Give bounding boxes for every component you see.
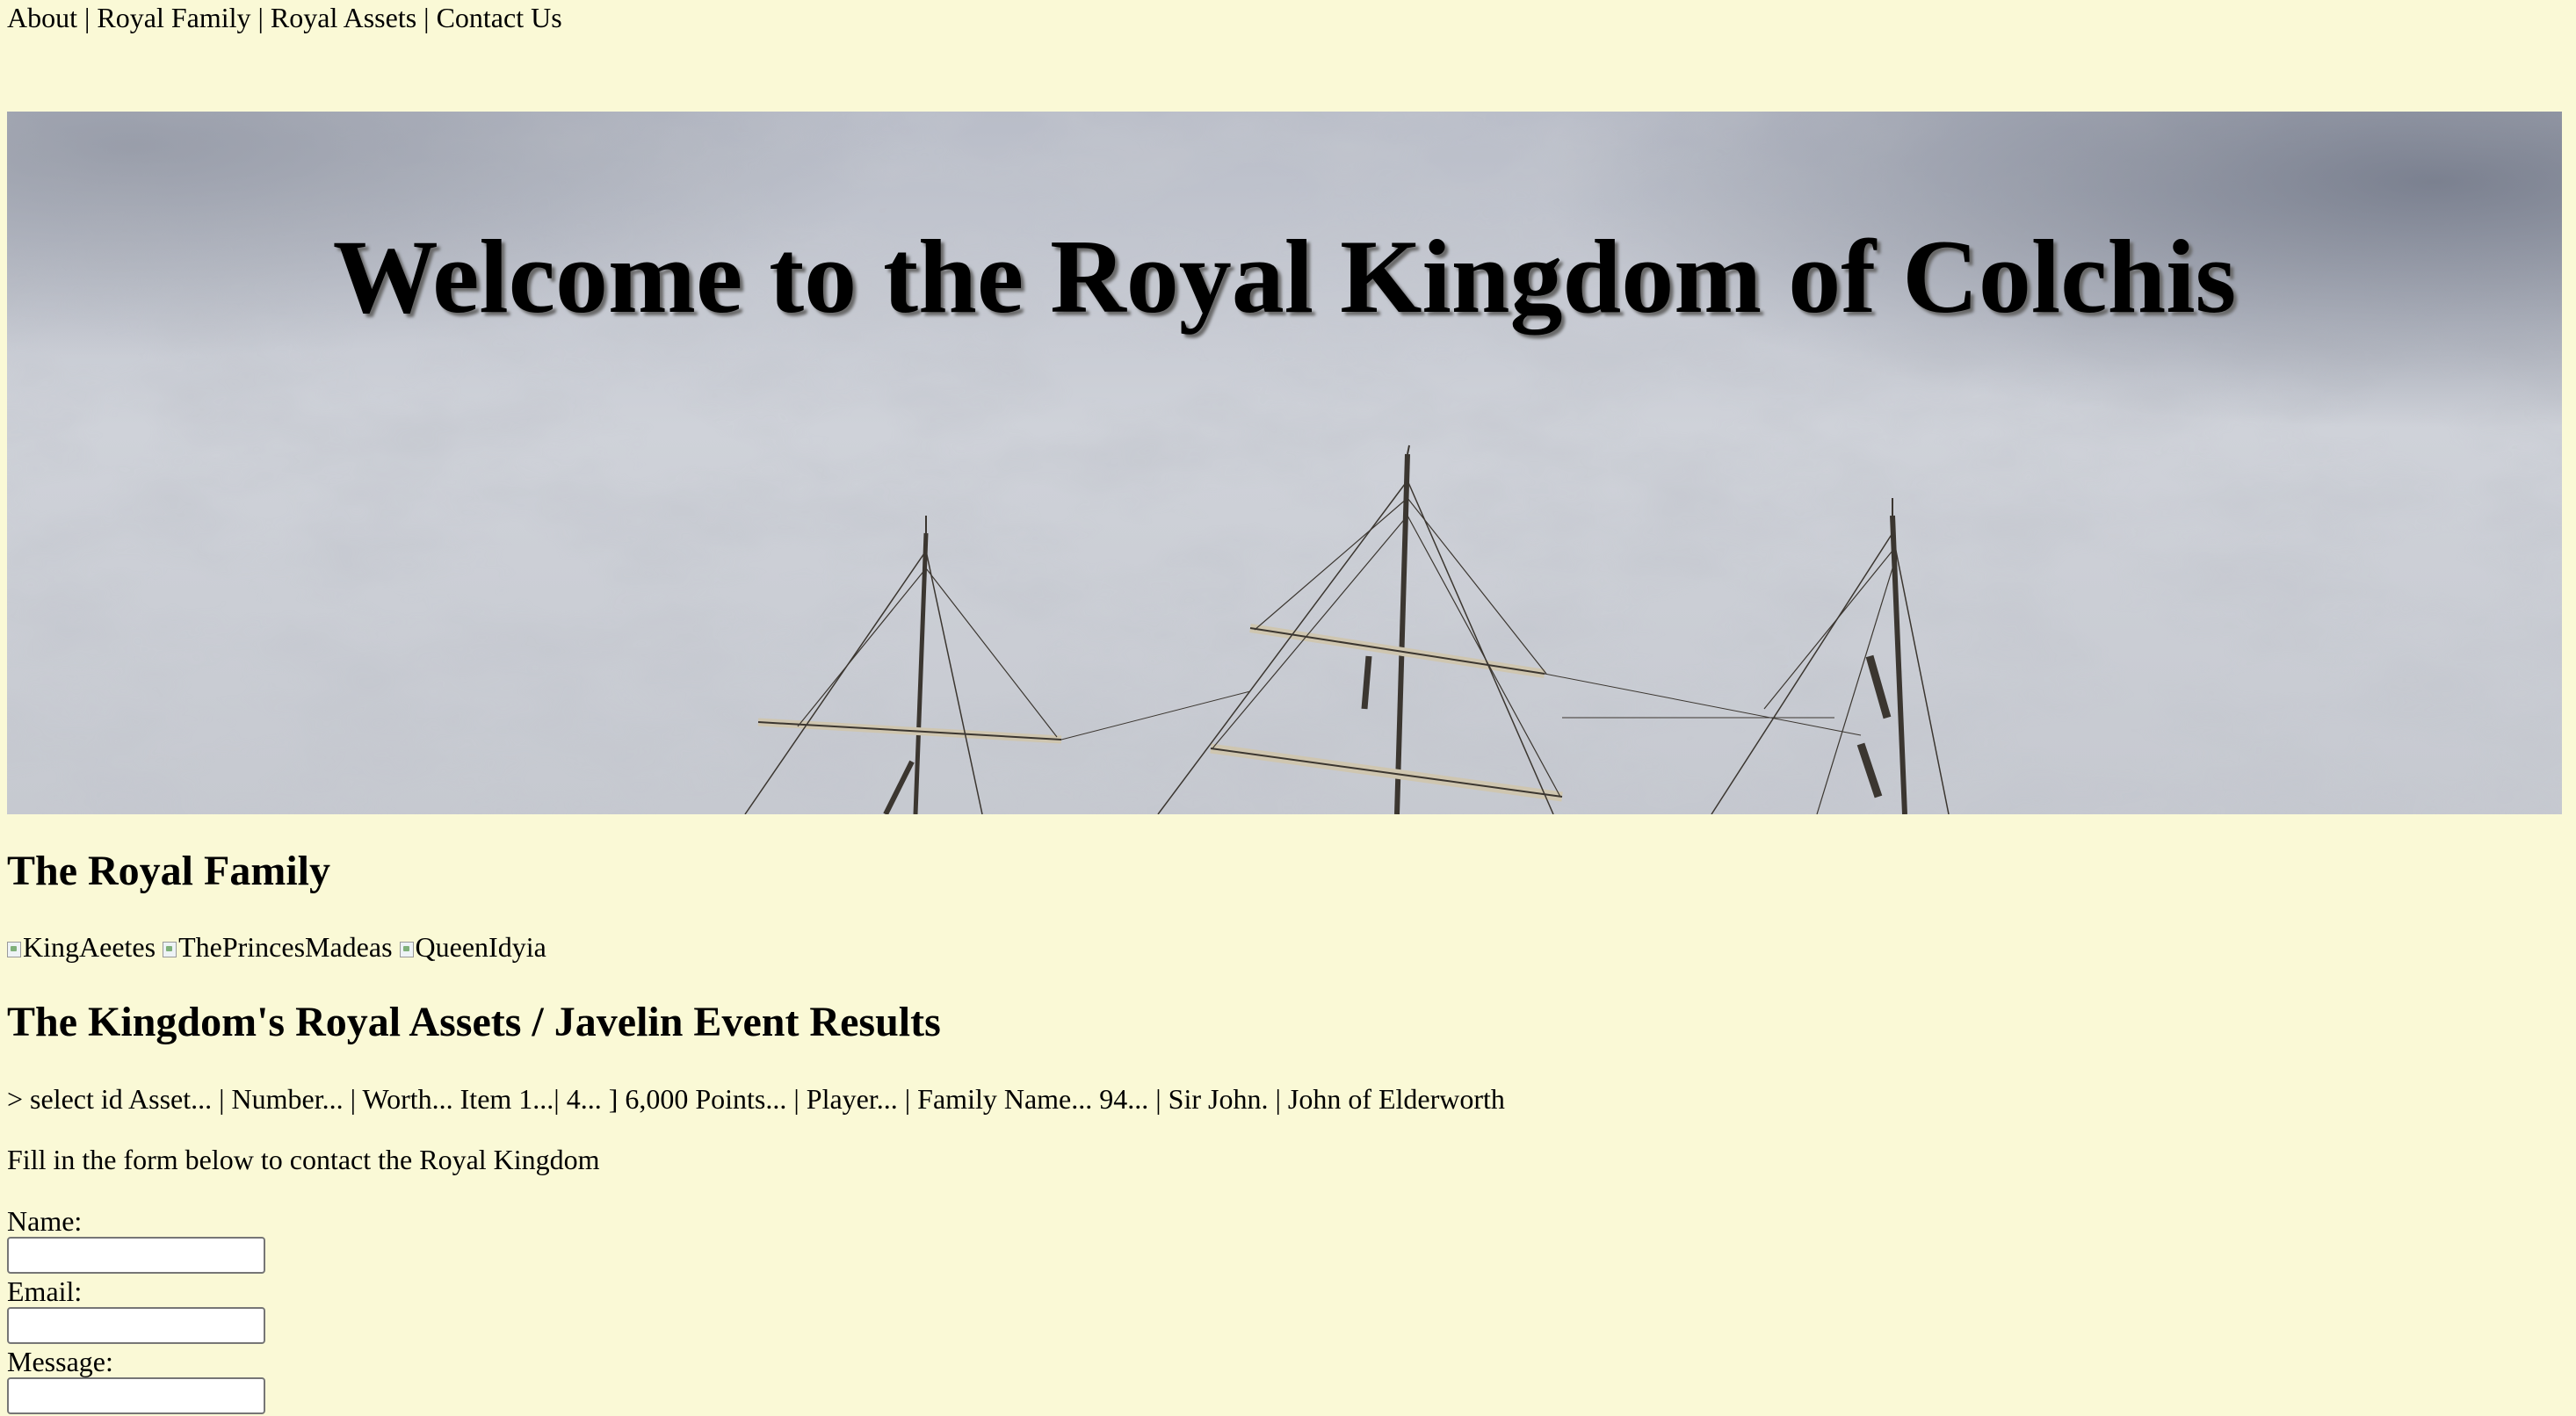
king-aeetes-image: KingAeetes [7, 929, 156, 964]
broken-image-icon [7, 942, 21, 957]
princess-madeas-image: ThePrincesMadeas [163, 929, 393, 964]
message-input[interactable] [7, 1377, 265, 1414]
image-alt-text: ThePrincesMadeas [178, 931, 393, 963]
nav-link-contact-us[interactable]: Contact Us [437, 2, 562, 33]
broken-image-icon [399, 942, 414, 957]
royal-assets-heading: The Kingdom's Royal Assets / Javelin Eve… [7, 999, 941, 1045]
nav-separator: | [423, 2, 430, 33]
nav-link-royal-family[interactable]: Royal Family [97, 2, 250, 33]
name-label: Name: [7, 1205, 83, 1237]
name-input[interactable] [7, 1237, 265, 1274]
assets-raw-text: > select id Asset... | Number... | Worth… [7, 1083, 1505, 1115]
royal-family-images: KingAeetes ThePrincesMadeas QueenIdyia [7, 929, 554, 964]
email-input[interactable] [7, 1307, 265, 1344]
hero-title: Welcome to the Royal Kingdom of Colchis [332, 218, 2237, 335]
image-alt-text: KingAeetes [23, 931, 156, 963]
broken-image-icon [163, 942, 177, 957]
nav-separator: | [84, 2, 90, 33]
royal-family-heading: The Royal Family [7, 848, 330, 894]
page: About | Royal Family | Royal Assets | Contact … [0, 0, 2576, 1416]
message-label: Message: [7, 1346, 113, 1377]
nav-separator: | [257, 2, 264, 33]
image-alt-text: QueenIdyia [415, 931, 546, 963]
nav-link-royal-assets[interactable]: Royal Assets [271, 2, 416, 33]
email-label: Email: [7, 1275, 83, 1307]
top-nav: About | Royal Family | Royal Assets | Contact … [7, 0, 562, 35]
hero-banner: Welcome to the Royal Kingdom of Colchis [7, 112, 2562, 814]
queen-idyia-image: QueenIdyia [399, 929, 546, 964]
nav-link-about[interactable]: About [7, 2, 77, 33]
contact-intro: Fill in the form below to contact the Ro… [7, 1144, 600, 1175]
